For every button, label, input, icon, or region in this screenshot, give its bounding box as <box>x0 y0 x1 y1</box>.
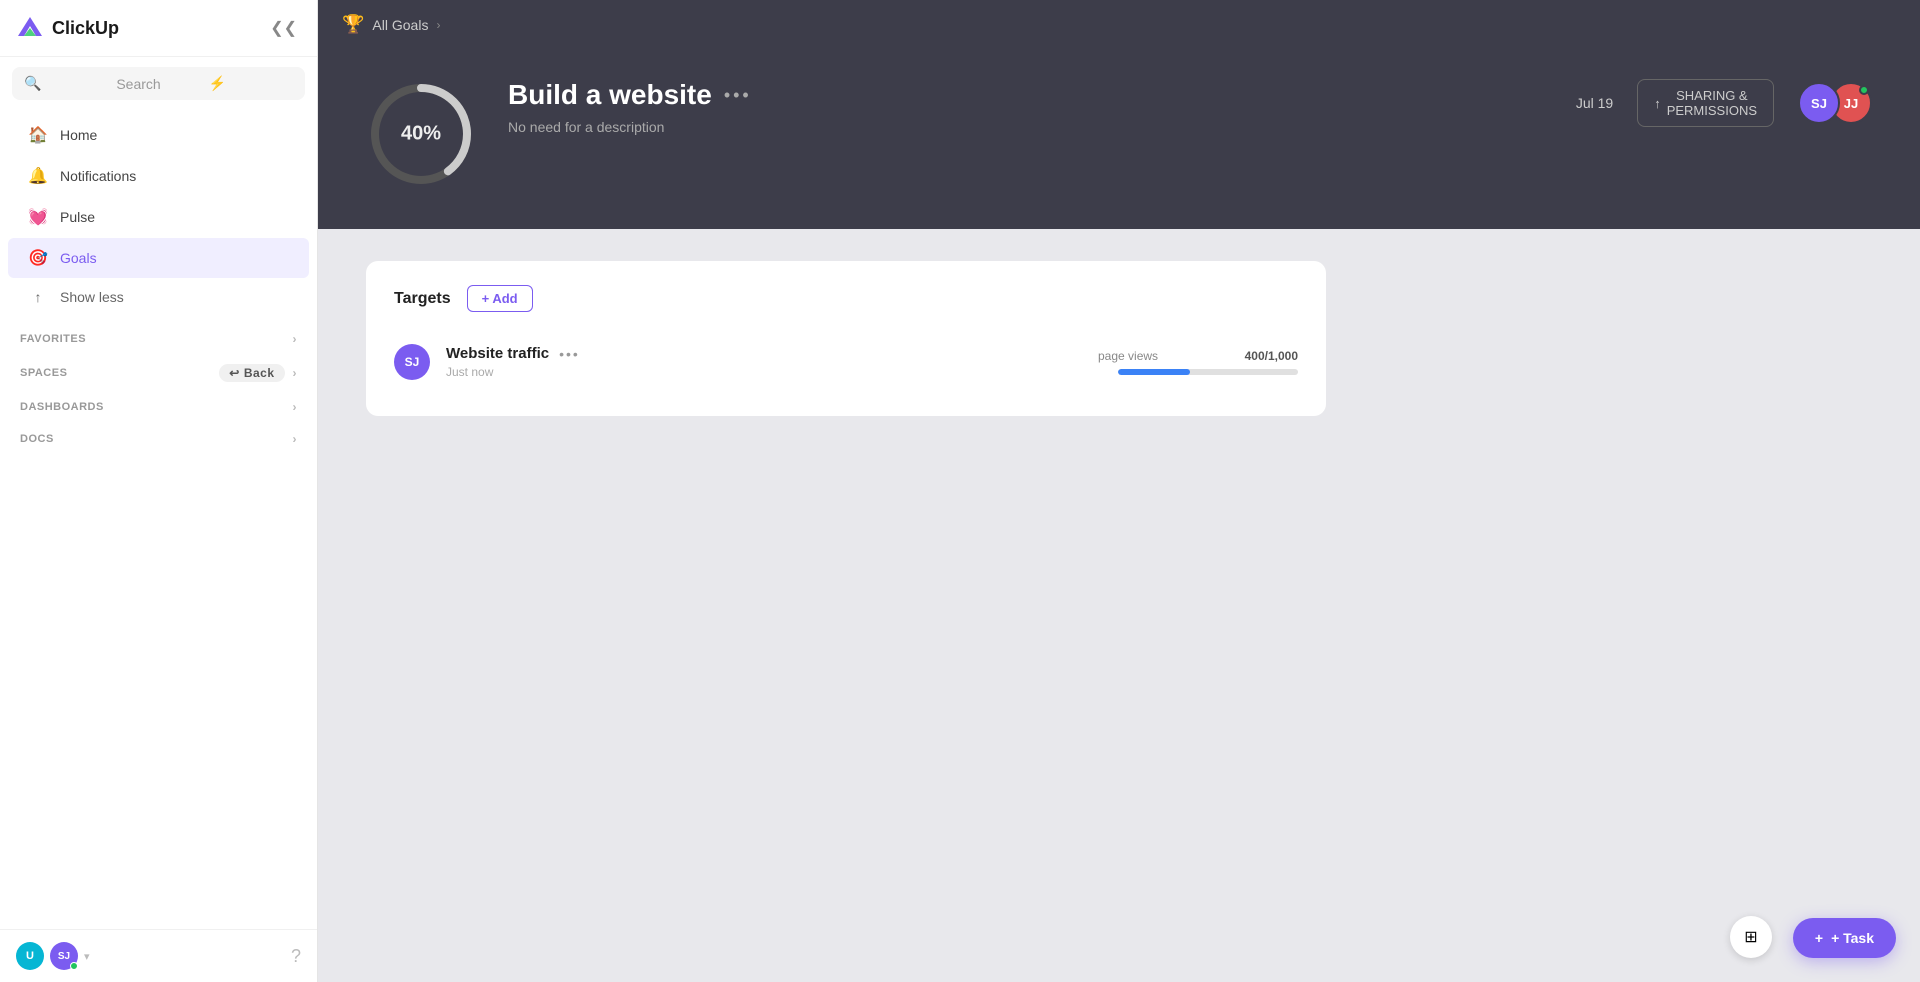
target-avatar: SJ <box>394 344 430 380</box>
dashboards-label: DASHBOARDS <box>20 401 104 413</box>
sidebar-item-notifications-label: Notifications <box>60 168 136 184</box>
share-icon: ↑ <box>1654 96 1661 111</box>
goal-description: No need for a description <box>508 119 1544 135</box>
grid-view-button[interactable]: ⊞ <box>1730 916 1772 958</box>
target-progress-labels: page views 400/1,000 <box>1098 349 1298 363</box>
add-target-button[interactable]: + Add <box>467 285 533 312</box>
progress-label: 40% <box>401 123 441 146</box>
sidebar-item-home[interactable]: 🏠 Home <box>8 115 309 155</box>
docs-chevron-icon: › <box>293 432 298 446</box>
breadcrumb-chevron-icon: › <box>436 18 440 32</box>
sidebar-footer: U SJ ▾ ? <box>0 929 317 982</box>
goals-icon: 🎯 <box>28 248 48 268</box>
notifications-icon: 🔔 <box>28 166 48 186</box>
goal-title-row: Build a website ••• <box>508 79 1544 111</box>
app-name: ClickUp <box>52 18 119 39</box>
target-progress-fill <box>1118 369 1190 375</box>
jj-online-indicator <box>1859 85 1869 95</box>
sharing-permissions-button[interactable]: ↑ SHARING &PERMISSIONS <box>1637 79 1774 127</box>
add-task-button[interactable]: + + Task <box>1793 918 1896 958</box>
clickup-logo-icon <box>16 14 44 42</box>
targets-title: Targets <box>394 290 451 308</box>
target-name-row: Website traffic ••• <box>446 345 1082 362</box>
goal-header: 40% Build a website ••• No need for a de… <box>318 49 1920 229</box>
user-u-avatar: U <box>16 942 44 970</box>
sidebar-item-pulse[interactable]: 💓 Pulse <box>8 197 309 237</box>
sidebar-item-pulse-label: Pulse <box>60 209 95 225</box>
target-progress-bar <box>1118 369 1298 375</box>
show-less-icon: ↑ <box>28 289 48 305</box>
table-row: SJ Website traffic ••• Just now page vie… <box>394 332 1298 392</box>
back-label: Back <box>244 366 275 380</box>
sharing-label: SHARING &PERMISSIONS <box>1667 88 1757 118</box>
lightning-icon: ⚡ <box>209 75 293 92</box>
target-name: Website traffic <box>446 345 549 362</box>
user-u-label: U <box>26 950 34 962</box>
content-area: Targets + Add SJ Website traffic ••• Jus… <box>318 229 1920 982</box>
goal-info: Build a website ••• No need for a descri… <box>508 79 1544 135</box>
sidebar-item-goals[interactable]: 🎯 Goals <box>8 238 309 278</box>
goal-avatars: SJ JJ <box>1798 82 1872 124</box>
online-indicator <box>70 962 78 970</box>
dashboards-chevron-icon: › <box>293 400 298 414</box>
show-less-item[interactable]: ↑ Show less <box>8 279 309 315</box>
favorites-section[interactable]: FAVORITES › <box>0 320 317 352</box>
all-goals-link[interactable]: All Goals <box>372 17 428 33</box>
sidebar-header: ClickUp ❮❮ <box>0 0 317 57</box>
target-time: Just now <box>446 365 1082 379</box>
user-initials: SJ <box>58 951 70 962</box>
search-bar[interactable]: 🔍 Search ⚡ <box>12 67 305 100</box>
back-arrow-icon: ↩ <box>229 366 240 380</box>
show-less-label: Show less <box>60 289 124 305</box>
add-task-plus-icon: + <box>1815 930 1823 946</box>
breadcrumb: 🏆 All Goals › <box>318 0 1920 49</box>
goal-title: Build a website <box>508 79 712 111</box>
goal-more-button[interactable]: ••• <box>724 85 752 106</box>
user-avatar: SJ <box>50 942 78 970</box>
user-dropdown-icon[interactable]: ▾ <box>84 950 90 963</box>
target-avatar-initials: SJ <box>405 355 420 369</box>
target-info: Website traffic ••• Just now <box>446 345 1082 379</box>
logo: ClickUp <box>16 14 119 42</box>
pulse-icon: 💓 <box>28 207 48 227</box>
docs-label: DOCS <box>20 433 54 445</box>
targets-header: Targets + Add <box>394 285 1298 312</box>
sidebar-item-home-label: Home <box>60 127 97 143</box>
avatar-sj: SJ <box>1798 82 1840 124</box>
goal-meta: Jul 19 ↑ SHARING &PERMISSIONS SJ JJ <box>1576 79 1872 127</box>
help-button[interactable]: ? <box>291 946 301 967</box>
nav-items: 🏠 Home 🔔 Notifications 💓 Pulse 🎯 Goals ↑… <box>0 110 317 320</box>
progress-circle: 40% <box>366 79 476 189</box>
search-placeholder: Search <box>116 76 200 92</box>
spaces-label: SPACES <box>20 367 67 379</box>
spaces-chevron-icon: › <box>293 366 298 380</box>
sidebar: ClickUp ❮❮ 🔍 Search ⚡ 🏠 Home 🔔 Notificat… <box>0 0 318 982</box>
metric-value: 400/1,000 <box>1245 349 1298 363</box>
docs-section[interactable]: DOCS › <box>0 420 317 452</box>
collapse-button[interactable]: ❮❮ <box>266 14 301 42</box>
main-content: 🏆 All Goals › 40% Build a website ••• No… <box>318 0 1920 982</box>
sidebar-item-goals-label: Goals <box>60 250 97 266</box>
spaces-section[interactable]: SPACES ↩ Back › <box>0 352 317 388</box>
metric-name: page views <box>1098 349 1158 363</box>
target-progress-area: page views 400/1,000 <box>1098 349 1298 375</box>
home-icon: 🏠 <box>28 125 48 145</box>
favorites-label: FAVORITES <box>20 333 86 345</box>
user-area[interactable]: U SJ ▾ <box>16 942 90 970</box>
search-icon: 🔍 <box>24 75 108 92</box>
dashboards-section[interactable]: DASHBOARDS › <box>0 388 317 420</box>
sidebar-item-notifications[interactable]: 🔔 Notifications <box>8 156 309 196</box>
target-more-button[interactable]: ••• <box>559 346 580 362</box>
favorites-chevron-icon: › <box>293 332 298 346</box>
goal-date: Jul 19 <box>1576 95 1613 111</box>
add-task-label: + Task <box>1831 930 1874 946</box>
trophy-icon: 🏆 <box>342 14 364 35</box>
targets-card: Targets + Add SJ Website traffic ••• Jus… <box>366 261 1326 416</box>
grid-icon: ⊞ <box>1744 927 1757 947</box>
back-badge[interactable]: ↩ Back <box>219 364 284 382</box>
